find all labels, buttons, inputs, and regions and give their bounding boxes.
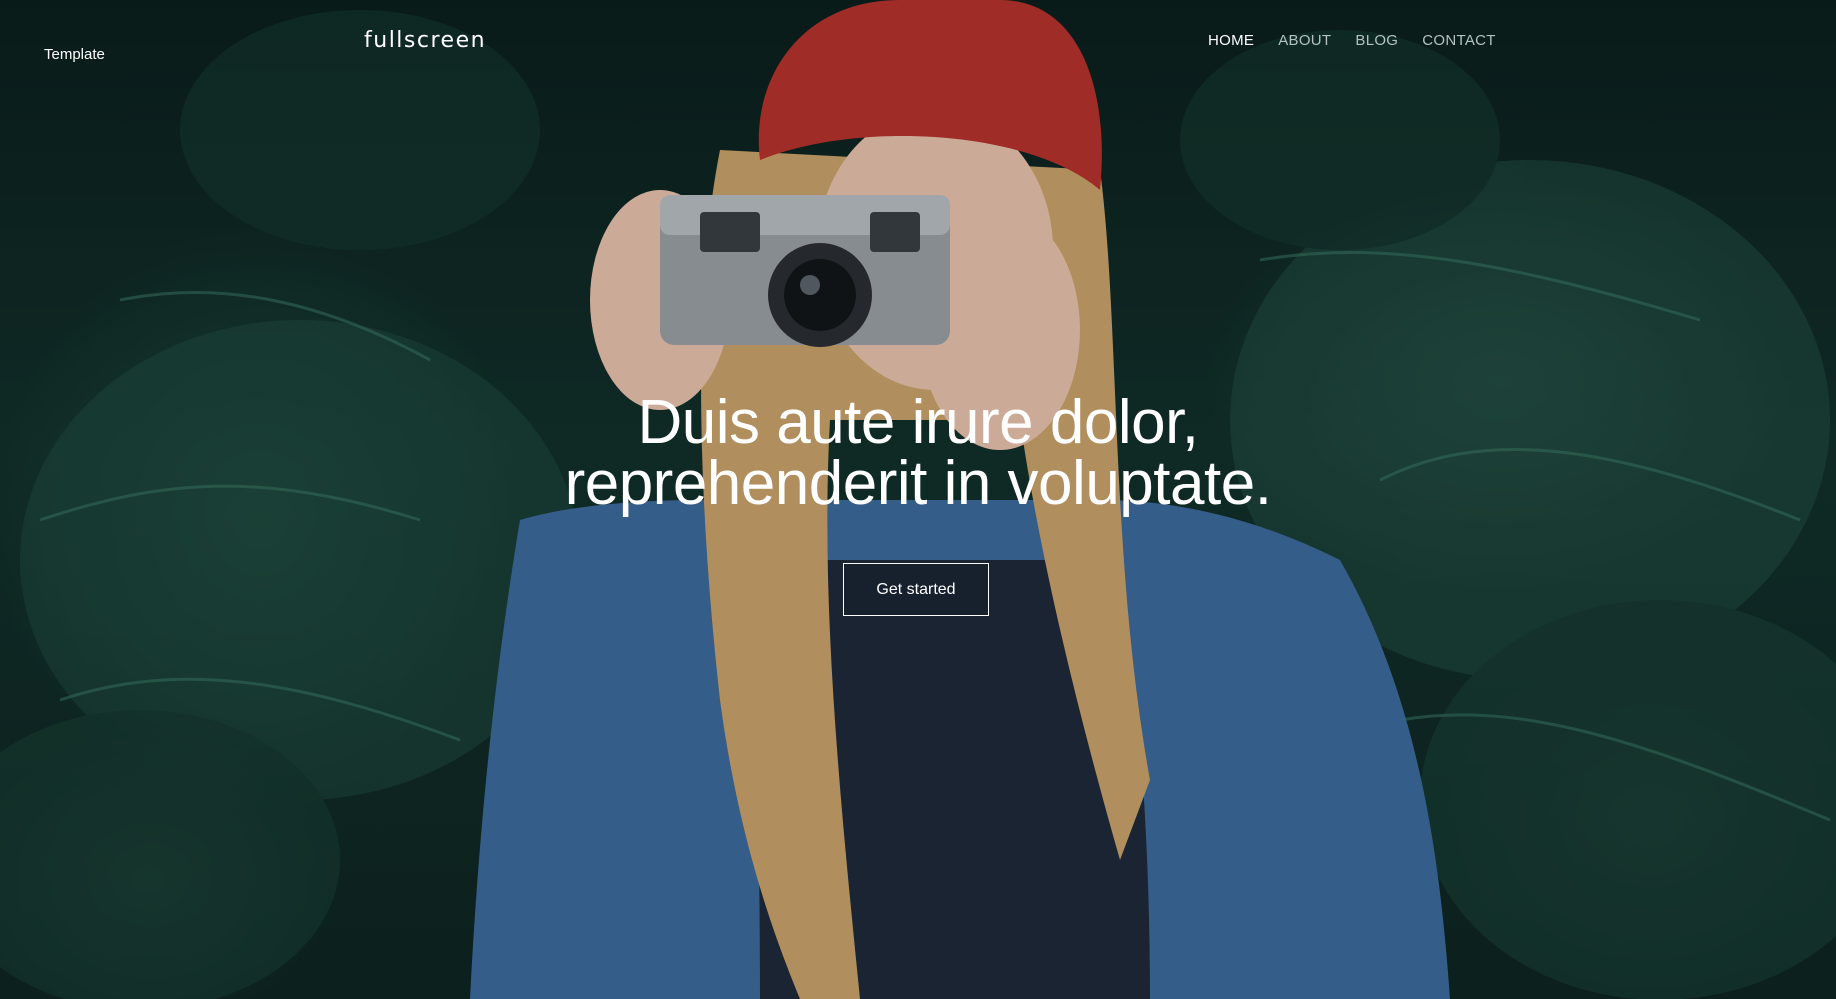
hero-headline-line-1: Duis aute irure dolor, bbox=[637, 388, 1199, 457]
get-started-button[interactable]: Get started bbox=[843, 563, 989, 616]
template-label: Template bbox=[44, 46, 105, 63]
main-nav: HOME ABOUT BLOG CONTACT bbox=[1208, 32, 1496, 49]
nav-about[interactable]: ABOUT bbox=[1278, 32, 1331, 49]
nav-blog[interactable]: BLOG bbox=[1355, 32, 1398, 49]
nav-contact[interactable]: CONTACT bbox=[1422, 32, 1495, 49]
brand-logo[interactable]: fullscreen bbox=[364, 28, 486, 53]
hero-headline: Duis aute irure dolor, reprehenderit in … bbox=[418, 388, 1418, 518]
hero-headline-line-2: reprehenderit in voluptate. bbox=[564, 449, 1272, 518]
landing-page: Template fullscreen HOME ABOUT BLOG CONT… bbox=[0, 0, 1836, 999]
nav-home[interactable]: HOME bbox=[1208, 32, 1254, 49]
